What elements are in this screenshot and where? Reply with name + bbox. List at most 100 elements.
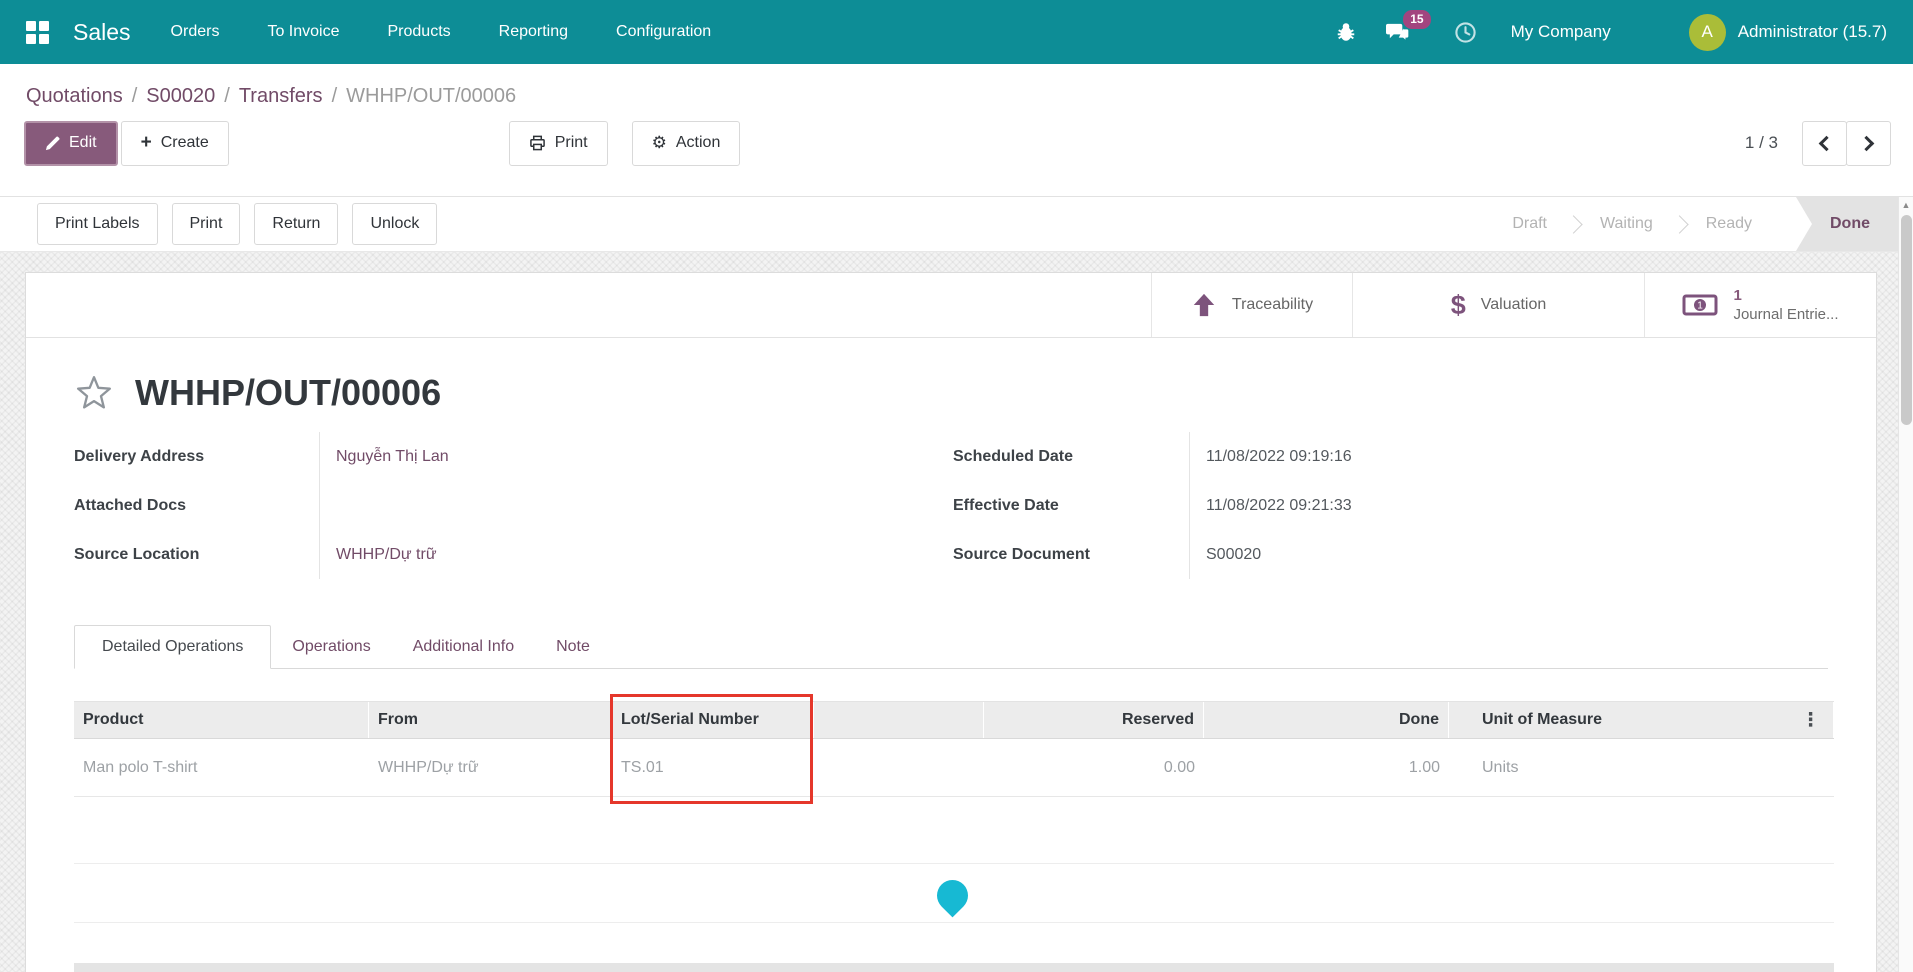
banknote-icon: 1 (1682, 293, 1718, 317)
field-value-source-document: S00020 (1206, 546, 1261, 564)
dollar-icon: $ (1451, 290, 1466, 321)
column-header-done[interactable]: Done (1204, 702, 1449, 738)
cell-lot-serial: TS.01 (612, 739, 814, 796)
status-steps: Draft Waiting Ready Done (1488, 197, 1898, 251)
pager-count: 1 / 3 (1745, 133, 1778, 153)
field-value-effective-date: 11/08/2022 09:21:33 (1206, 497, 1352, 515)
avatar: A (1689, 14, 1726, 51)
gear-icon: ⚙ (652, 133, 667, 153)
page-title: WHHP/OUT/00006 (135, 372, 441, 414)
journal-entries-button[interactable]: 1 1 Journal Entrie... (1644, 273, 1876, 337)
column-header-from[interactable]: From (369, 702, 612, 738)
traceability-button[interactable]: Traceability (1151, 273, 1352, 337)
nav-item-to-invoice[interactable]: To Invoice (267, 23, 339, 41)
form-sheet: Traceability $ Valuation 1 1 Journal Ent… (25, 272, 1877, 972)
form-background: Traceability $ Valuation 1 1 Journal Ent… (0, 252, 1898, 972)
arrow-up-icon (1191, 292, 1217, 318)
chevron-right-icon (1859, 135, 1875, 151)
field-label-source-location: Source Location (74, 530, 319, 579)
chevron-left-icon (1819, 135, 1835, 151)
breadcrumb-quotations[interactable]: Quotations (26, 85, 123, 107)
favorite-star-icon[interactable] (74, 373, 114, 413)
field-value-source-location[interactable]: WHHP/Dự trữ (336, 546, 437, 564)
column-header-uom[interactable]: Unit of Measure ⋮ (1449, 702, 1834, 738)
vertical-scrollbar[interactable]: ▲ (1898, 197, 1913, 972)
column-header-lot-serial[interactable]: Lot/Serial Number (612, 702, 814, 738)
svg-text:1: 1 (1698, 301, 1704, 312)
pager: 1 / 3 (1745, 121, 1891, 166)
status-step-draft[interactable]: Draft (1488, 215, 1571, 233)
messages-icon[interactable]: 15 (1385, 19, 1411, 45)
plus-icon: + (141, 132, 152, 154)
divider-line (74, 922, 1834, 923)
message-count-badge: 15 (1403, 10, 1430, 29)
cell-empty (814, 739, 984, 796)
create-button[interactable]: + Create (121, 121, 229, 166)
optional-columns-icon[interactable]: ⋮ (1801, 709, 1824, 732)
tab-additional-info[interactable]: Additional Info (392, 625, 535, 668)
action-button[interactable]: ⚙ Action (632, 121, 741, 166)
print-labels-button[interactable]: Print Labels (37, 203, 158, 245)
cell-reserved: 0.00 (984, 739, 1204, 796)
notebook-tabs: Detailed Operations Operations Additiona… (74, 625, 1828, 669)
column-header-empty (814, 702, 984, 738)
apps-grid-icon[interactable] (26, 21, 49, 44)
tab-operations[interactable]: Operations (271, 625, 391, 668)
field-label-source-document: Source Document (953, 530, 1189, 579)
pencil-icon (45, 136, 60, 151)
pager-next-button[interactable] (1846, 121, 1891, 166)
table-header-row: Product From Lot/Serial Number Reserved … (74, 701, 1834, 739)
field-value-scheduled-date: 11/08/2022 09:19:16 (1206, 448, 1352, 466)
nav-item-products[interactable]: Products (388, 23, 451, 41)
breadcrumb: Quotations/S00020/Transfers/WHHP/OUT/000… (0, 64, 1913, 108)
print-button[interactable]: Print (509, 121, 608, 166)
scrollbar-thumb[interactable] (1901, 215, 1912, 425)
breadcrumb-transfers[interactable]: Transfers (239, 85, 323, 107)
status-step-waiting[interactable]: Waiting (1576, 215, 1677, 233)
debug-bug-icon[interactable] (1333, 19, 1359, 45)
control-panel: Quotations/S00020/Transfers/WHHP/OUT/000… (0, 64, 1913, 197)
column-header-reserved[interactable]: Reserved (984, 702, 1204, 738)
tab-note[interactable]: Note (535, 625, 611, 668)
app-name[interactable]: Sales (73, 19, 131, 46)
print-button-2[interactable]: Print (172, 203, 241, 245)
field-label-effective-date: Effective Date (953, 481, 1189, 530)
field-grid: Delivery Address Nguyễn Thị Lan Attached… (26, 414, 1876, 579)
field-value-delivery-address[interactable]: Nguyễn Thị Lan (336, 448, 449, 466)
breadcrumb-current: WHHP/OUT/00006 (346, 85, 516, 107)
column-header-product[interactable]: Product (74, 702, 369, 738)
status-step-done[interactable]: Done (1796, 197, 1898, 251)
nav-menu: Orders To Invoice Products Reporting Con… (171, 23, 712, 41)
operations-table: Product From Lot/Serial Number Reserved … (74, 701, 1834, 797)
top-navbar: Sales Orders To Invoice Products Reporti… (0, 0, 1913, 64)
field-label-attached-docs: Attached Docs (74, 481, 319, 530)
field-label-delivery-address: Delivery Address (74, 432, 319, 481)
location-pin-marker (931, 874, 975, 918)
activities-clock-icon[interactable] (1453, 19, 1479, 45)
nav-item-reporting[interactable]: Reporting (499, 23, 568, 41)
nav-item-orders[interactable]: Orders (171, 23, 220, 41)
smart-button-box: Traceability $ Valuation 1 1 Journal Ent… (26, 273, 1876, 338)
valuation-button[interactable]: $ Valuation (1352, 273, 1644, 337)
printer-icon (529, 135, 546, 151)
cell-product: Man polo T-shirt (74, 739, 369, 796)
statusbar: Print Labels Print Return Unlock Draft W… (0, 197, 1913, 252)
nav-item-configuration[interactable]: Configuration (616, 23, 711, 41)
status-step-ready[interactable]: Ready (1682, 215, 1776, 233)
scroll-up-arrow-icon[interactable]: ▲ (1899, 197, 1913, 213)
company-switcher[interactable]: My Company (1511, 22, 1611, 42)
user-menu[interactable]: A Administrator (15.7) (1689, 14, 1887, 51)
field-label-scheduled-date: Scheduled Date (953, 432, 1189, 481)
unlock-button[interactable]: Unlock (352, 203, 437, 245)
table-row[interactable]: Man polo T-shirt WHHP/Dự trữ TS.01 0.00 … (74, 739, 1834, 797)
journal-entries-count: 1 (1733, 286, 1741, 305)
user-name: Administrator (15.7) (1738, 22, 1887, 42)
tab-detailed-operations[interactable]: Detailed Operations (74, 625, 271, 669)
cell-done: 1.00 (1204, 739, 1449, 796)
bottom-section-edge (74, 963, 1834, 972)
pager-previous-button[interactable] (1802, 121, 1847, 166)
return-button[interactable]: Return (254, 203, 338, 245)
breadcrumb-s00020[interactable]: S00020 (146, 85, 215, 107)
cell-uom: Units (1449, 739, 1834, 796)
edit-button[interactable]: Edit (24, 121, 118, 166)
